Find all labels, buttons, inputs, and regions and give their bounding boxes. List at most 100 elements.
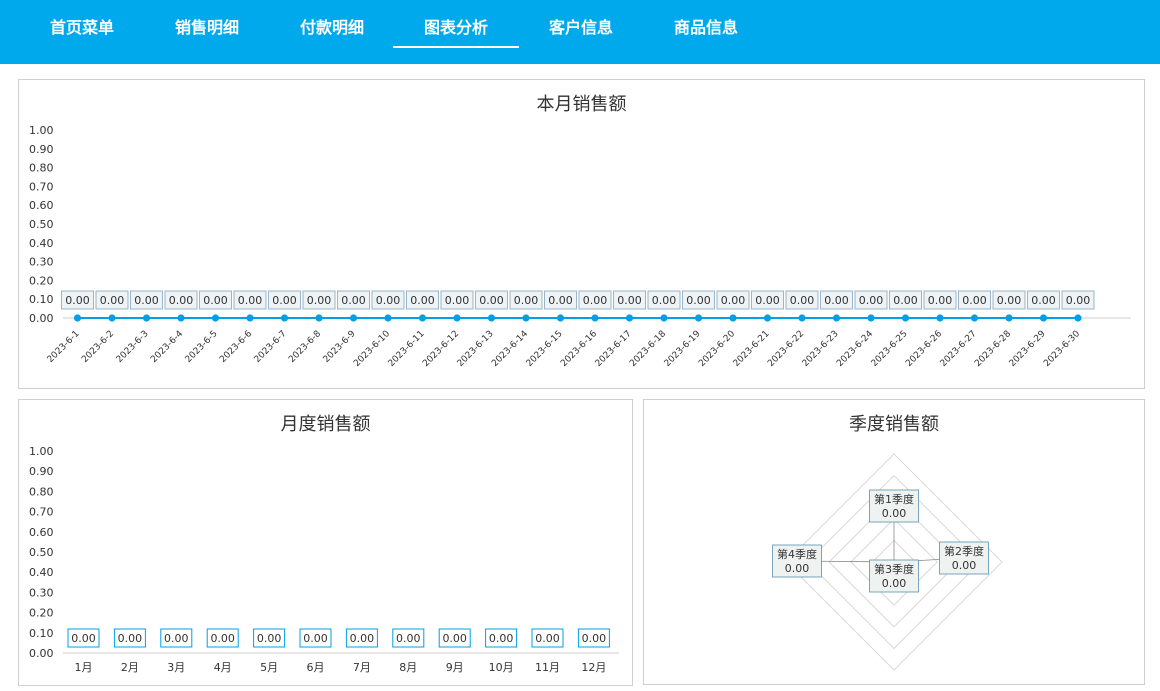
y-tick-label: 0.00 (29, 647, 54, 660)
data-label: 0.00 (203, 294, 228, 307)
nav-payment-detail[interactable]: 付款明细 (274, 0, 390, 48)
y-tick-label: 0.70 (29, 506, 54, 519)
x-tick-label: 3月 (167, 661, 185, 674)
data-point (970, 314, 979, 322)
data-label: 0.00 (1066, 294, 1091, 307)
x-tick-label: 2023-6-21 (732, 329, 772, 369)
data-point (73, 314, 82, 322)
data-point (487, 314, 496, 322)
radar-category-label: 第3季度 (874, 562, 914, 576)
data-label: 0.00 (755, 294, 780, 307)
y-tick-label: 0.80 (29, 162, 54, 175)
x-tick-label: 8月 (399, 661, 417, 674)
data-label: 0.00 (686, 294, 711, 307)
y-tick-label: 0.70 (29, 180, 54, 193)
radar-value-label: 0.00 (882, 507, 907, 520)
top-navigation-bar: 首页菜单 销售明细 付款明细 图表分析 客户信息 商品信息 (0, 0, 1160, 64)
x-tick-label: 2023-6-1 (46, 329, 82, 365)
quarterly-sales-radar-chart: 第1季度0.00第2季度0.00第3季度0.00第4季度0.00 (772, 453, 1003, 671)
data-label: 0.00 (721, 294, 746, 307)
data-point (418, 314, 427, 322)
y-tick-label: 0.30 (29, 256, 54, 269)
monthly-sales-panel: 本月销售额 1.00 0.90 0.80 0.70 0.60 0.50 0.40 0.30 0.… (18, 79, 1145, 389)
data-point (1039, 314, 1048, 322)
data-label: 0.00 (100, 294, 125, 307)
y-tick-label: 0.50 (29, 218, 54, 231)
x-tick-label: 2023-6-22 (766, 329, 806, 369)
y-tick-label: 0.60 (29, 199, 54, 212)
data-point (349, 314, 358, 322)
x-tick-label: 2023-6-27 (939, 329, 979, 369)
data-point (625, 314, 634, 322)
y-tick-label: 0.40 (29, 237, 54, 250)
data-label: 0.00 (272, 294, 297, 307)
data-label: 0.00 (307, 294, 332, 307)
data-point (384, 314, 392, 322)
x-tick-label: 9月 (446, 661, 464, 674)
data-point (142, 314, 151, 322)
data-point (315, 314, 323, 322)
data-point (177, 314, 185, 322)
data-point (901, 314, 910, 322)
data-label: 0.00 (859, 294, 884, 307)
data-point (108, 314, 116, 322)
radar-category-label: 第4季度 (777, 547, 817, 561)
x-tick-label: 2023-6-5 (184, 329, 220, 365)
nav-sales-detail[interactable]: 销售明细 (149, 0, 265, 48)
data-label: 0.00 (65, 294, 90, 307)
x-tick-label: 2023-6-8 (287, 329, 323, 365)
data-label: 0.00 (548, 294, 573, 307)
data-label: 0.00 (824, 294, 849, 307)
data-label: 0.00 (376, 294, 401, 307)
data-label: 0.00 (341, 294, 366, 307)
radar-category-label: 第2季度 (944, 544, 984, 558)
data-label: 0.00 (134, 294, 159, 307)
data-label: 0.00 (257, 632, 282, 645)
y-tick-label: 0.30 (29, 586, 54, 599)
x-tick-label: 7月 (353, 661, 371, 674)
data-label: 0.00 (582, 632, 607, 645)
x-tick-label: 2023-6-6 (218, 329, 254, 365)
data-point (280, 314, 289, 322)
nav-product-info[interactable]: 商品信息 (648, 0, 764, 48)
y-tick-label: 1.00 (29, 445, 54, 458)
data-label: 0.00 (489, 632, 513, 645)
data-point (591, 314, 599, 322)
radar-value-label: 0.00 (882, 577, 907, 590)
nav-home-menu[interactable]: 首页菜单 (24, 0, 140, 48)
data-label: 0.00 (928, 294, 953, 307)
data-point (832, 314, 841, 322)
data-point (522, 314, 530, 322)
x-tick-label: 2023-6-2 (80, 329, 116, 365)
data-label: 0.00 (997, 294, 1022, 307)
month-sales-panel: 月度销售额 1.00 0.90 0.80 0.70 0.60 0.50 0.40 0.30 0.… (18, 399, 633, 686)
x-tick-label: 2023-6-17 (594, 329, 634, 369)
data-point (729, 314, 737, 322)
data-label: 0.00 (790, 294, 815, 307)
y-tick-label: 0.90 (29, 465, 54, 478)
y-tick-label: 0.50 (29, 546, 54, 559)
x-tick-label: 2023-6-15 (525, 329, 565, 369)
nav-customer-info[interactable]: 客户信息 (523, 0, 639, 48)
y-tick-label: 1.00 (29, 124, 54, 137)
data-label: 0.00 (350, 632, 375, 645)
data-point (556, 314, 565, 322)
data-label: 0.00 (893, 294, 918, 307)
nav-chart-analysis[interactable]: 图表分析 (393, 0, 519, 48)
x-tick-label: 2023-6-11 (387, 329, 427, 369)
x-tick-label: 2023-6-23 (801, 329, 841, 369)
data-point (660, 314, 668, 322)
x-tick-label: 2月 (121, 661, 139, 674)
x-tick-label: 10月 (489, 661, 514, 674)
x-tick-label: 4月 (214, 661, 232, 674)
quarter-sales-panel: 季度销售额 第1季度 0.00 第2季度 0.00 第3季度 0.00 第4季度 0.00 (643, 399, 1145, 685)
x-tick-label: 2023-6-13 (456, 329, 496, 369)
data-label: 0.00 (396, 632, 421, 645)
data-label: 0.00 (652, 294, 677, 307)
x-tick-label: 2023-6-12 (421, 329, 461, 369)
x-tick-label: 1月 (75, 661, 93, 674)
data-label: 0.00 (210, 632, 235, 645)
data-point (453, 314, 461, 322)
data-point (867, 314, 875, 322)
data-point (694, 314, 703, 322)
